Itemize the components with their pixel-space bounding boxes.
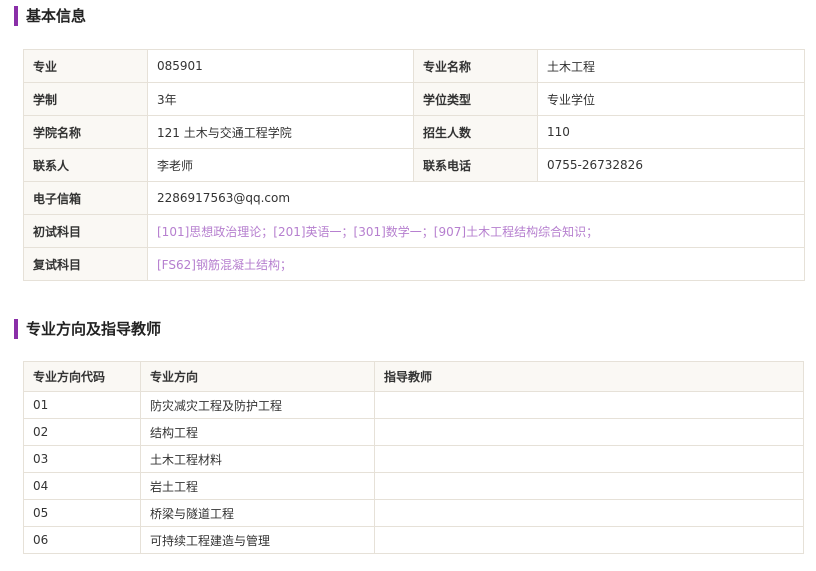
direction-code: 01: [23, 391, 141, 419]
table-row: 03 土木工程材料: [23, 445, 804, 473]
direction-code: 02: [23, 418, 141, 446]
table-row: 学院名称 121 土木与交通工程学院 招生人数 110: [23, 115, 805, 149]
direction-code: 04: [23, 472, 141, 500]
table-header-row: 专业方向代码 专业方向 指导教师: [23, 361, 804, 392]
direction-code: 03: [23, 445, 141, 473]
direction-name: 土木工程材料: [140, 445, 375, 473]
phone-value: 0755-26732826: [537, 148, 805, 182]
major-name-label: 专业名称: [413, 49, 538, 83]
direction-advisor: [374, 472, 804, 500]
direction-advisor: [374, 445, 804, 473]
email-value: 2286917563@qq.com: [147, 181, 805, 215]
enrollment-value: 110: [537, 115, 805, 149]
enrollment-label: 招生人数: [413, 115, 538, 149]
direction-name: 防灾减灾工程及防护工程: [140, 391, 375, 419]
major-label: 专业: [23, 49, 148, 83]
major-value: 085901: [147, 49, 414, 83]
table-row: 02 结构工程: [23, 418, 804, 446]
table-row: 专业 085901 专业名称 土木工程: [23, 49, 805, 83]
phone-label: 联系电话: [413, 148, 538, 182]
college-label: 学院名称: [23, 115, 148, 149]
table-row: 05 桥梁与隧道工程: [23, 499, 804, 527]
directions-table: 专业方向代码 专业方向 指导教师 01 防灾减灾工程及防护工程 02 结构工程 …: [23, 361, 804, 554]
basic-info-title: 基本信息: [14, 6, 86, 26]
contact-value: 李老师: [147, 148, 414, 182]
table-row: 04 岩土工程: [23, 472, 804, 500]
direction-name: 可持续工程建造与管理: [140, 526, 375, 554]
table-row: 学制 3年 学位类型 专业学位: [23, 82, 805, 116]
duration-value: 3年: [147, 82, 414, 116]
direction-code: 06: [23, 526, 141, 554]
degree-type-label: 学位类型: [413, 82, 538, 116]
direction-name: 桥梁与隧道工程: [140, 499, 375, 527]
college-value: 121 土木与交通工程学院: [147, 115, 414, 149]
prelim-subjects-link[interactable]: [101]思想政治理论；[201]英语一；[301]数学一；[907]土木工程结…: [147, 214, 805, 248]
direction-name: 岩土工程: [140, 472, 375, 500]
table-row: 电子信箱 2286917563@qq.com: [23, 181, 805, 215]
direction-advisor: [374, 391, 804, 419]
email-label: 电子信箱: [23, 181, 148, 215]
table-row: 06 可持续工程建造与管理: [23, 526, 804, 554]
direction-name: 结构工程: [140, 418, 375, 446]
contact-label: 联系人: [23, 148, 148, 182]
direction-advisor: [374, 526, 804, 554]
degree-type-value: 专业学位: [537, 82, 805, 116]
duration-label: 学制: [23, 82, 148, 116]
table-row: 联系人 李老师 联系电话 0755-26732826: [23, 148, 805, 182]
table-row: 01 防灾减灾工程及防护工程: [23, 391, 804, 419]
table-row: 初试科目 [101]思想政治理论；[201]英语一；[301]数学一；[907]…: [23, 214, 805, 248]
basic-info-table: 专业 085901 专业名称 土木工程 学制 3年 学位类型 专业学位 学院名称…: [23, 49, 805, 281]
directions-title: 专业方向及指导教师: [14, 319, 161, 339]
table-row: 复试科目 [FS62]钢筋混凝土结构；: [23, 247, 805, 281]
direction-advisor: [374, 418, 804, 446]
header-name: 专业方向: [140, 361, 375, 392]
retest-subjects-label: 复试科目: [23, 247, 148, 281]
retest-subjects-link[interactable]: [FS62]钢筋混凝土结构；: [147, 247, 805, 281]
direction-code: 05: [23, 499, 141, 527]
prelim-subjects-label: 初试科目: [23, 214, 148, 248]
direction-advisor: [374, 499, 804, 527]
header-code: 专业方向代码: [23, 361, 141, 392]
major-name-value: 土木工程: [537, 49, 805, 83]
header-advisor: 指导教师: [374, 361, 804, 392]
